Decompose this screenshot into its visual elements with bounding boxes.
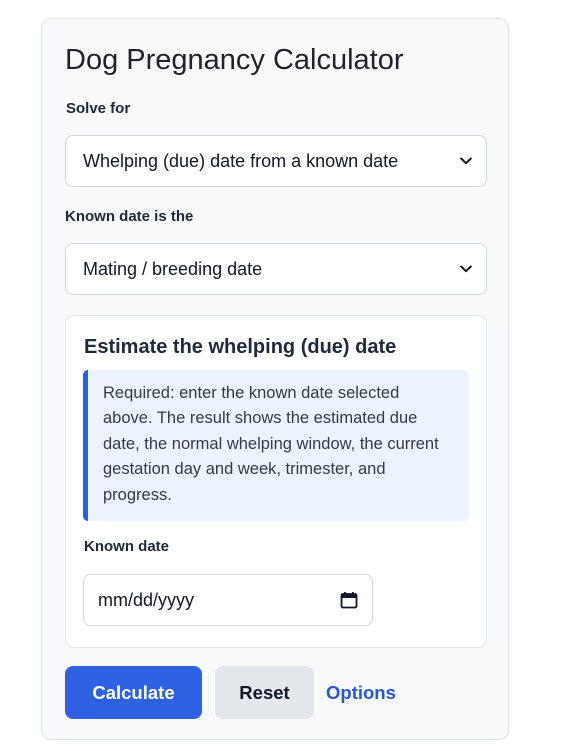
panel-title: Estimate the whelping (due) date <box>84 336 397 358</box>
calendar-icon[interactable] <box>340 591 358 609</box>
known-date-type-select[interactable]: Mating / breeding date <box>65 243 487 295</box>
chevron-down-icon <box>460 157 472 165</box>
known-date-placeholder: mm/dd/yyyy <box>98 589 195 610</box>
calculate-button[interactable]: Calculate <box>65 666 202 719</box>
known-date-type-label: Known date is the <box>65 208 194 225</box>
solve-for-label: Solve for <box>66 100 131 117</box>
reset-button[interactable]: Reset <box>215 666 314 719</box>
solve-for-selected-value: Whelping (due) date from a known date <box>83 150 399 171</box>
whelping-date-panel: Estimate the whelping (due) date Require… <box>65 315 487 648</box>
solve-for-select[interactable]: Whelping (due) date from a known date <box>65 135 487 187</box>
page-title: Dog Pregnancy Calculator <box>65 44 404 76</box>
options-link[interactable]: Options <box>326 682 396 704</box>
known-date-input[interactable]: mm/dd/yyyy <box>83 574 373 626</box>
chevron-down-icon <box>460 265 472 273</box>
known-date-label: Known date <box>84 538 169 555</box>
info-note: Required: enter the known date selected … <box>83 370 469 521</box>
calculator-card: Dog Pregnancy Calculator Solve for Whelp… <box>41 18 509 740</box>
known-date-type-selected-value: Mating / breeding date <box>83 258 263 279</box>
